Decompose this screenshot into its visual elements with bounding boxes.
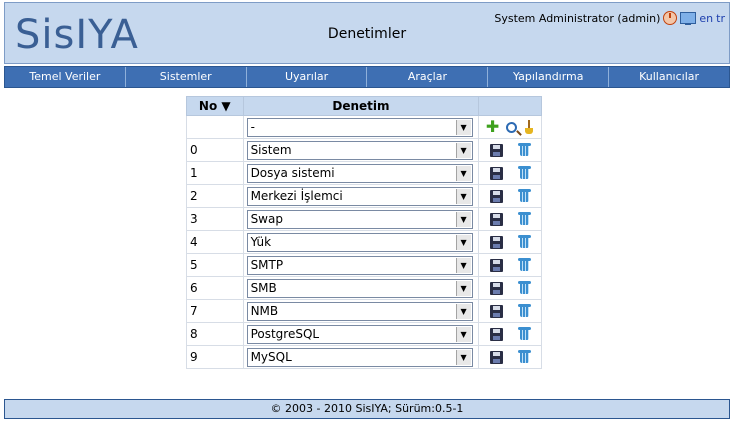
delete-icon[interactable] [517, 304, 531, 318]
save-icon[interactable] [489, 327, 503, 341]
delete-icon[interactable] [517, 166, 531, 180]
chevron-down-icon: ▼ [455, 257, 471, 273]
user-box: System Administrator (admin) en tr [494, 11, 725, 25]
check-select-value: Merkezi İşlemci [250, 188, 343, 203]
row-no: 7 [186, 299, 244, 323]
column-header-check: Denetim [242, 96, 480, 116]
chevron-down-icon: ▼ [455, 326, 471, 342]
check-select[interactable]: NMB ▼ [246, 301, 473, 321]
check-select-value: Dosya sistemi [250, 165, 335, 180]
monitor-icon[interactable] [680, 12, 697, 25]
delete-icon[interactable] [517, 258, 531, 272]
row-no: 5 [186, 253, 244, 277]
chevron-down-icon: ▼ [455, 119, 471, 135]
check-select-value: Sistem [250, 142, 292, 157]
check-select[interactable]: PostgreSQL ▼ [246, 324, 473, 344]
nav-araclar[interactable]: Araçlar [367, 67, 489, 87]
delete-icon[interactable] [517, 189, 531, 203]
nav-kullanicilar[interactable]: Kullanıcılar [609, 67, 729, 87]
power-icon[interactable] [663, 11, 678, 25]
page-title: Denetimler [327, 26, 407, 42]
new-check-select[interactable]: - ▼ [246, 117, 473, 137]
user-name: System Administrator (admin) [494, 11, 661, 25]
check-select-value: MySQL [250, 349, 292, 364]
chevron-down-icon: ▼ [455, 303, 471, 319]
check-select[interactable]: Swap ▼ [246, 209, 473, 229]
check-select-value: PostgreSQL [250, 326, 320, 341]
row-no: 9 [186, 345, 244, 369]
main-nav: Temel Veriler Sistemler Uyarılar Araçlar… [4, 66, 730, 88]
check-select-value: Yük [250, 234, 272, 249]
save-icon[interactable] [489, 258, 503, 272]
check-select-value: SMB [250, 280, 277, 295]
new-row-no [186, 115, 244, 139]
row-no: 4 [186, 230, 244, 254]
nav-yapilandirma[interactable]: Yapılandırma [488, 67, 610, 87]
check-select-value: Swap [250, 211, 283, 226]
chevron-down-icon: ▼ [455, 280, 471, 296]
check-select-value: NMB [250, 303, 279, 318]
table-row: 7 NMB ▼ [186, 299, 542, 323]
nav-temel-veriler[interactable]: Temel Veriler [5, 67, 126, 87]
save-icon[interactable] [489, 143, 503, 157]
nav-sistemler[interactable]: Sistemler [126, 67, 247, 87]
delete-icon[interactable] [517, 143, 531, 157]
chevron-down-icon: ▼ [455, 234, 471, 250]
clear-icon[interactable] [524, 120, 534, 134]
check-select[interactable]: MySQL ▼ [246, 347, 473, 367]
save-icon[interactable] [489, 304, 503, 318]
delete-icon[interactable] [517, 235, 531, 249]
new-row: - ▼ ✚ [186, 115, 542, 139]
table-row: 6 SMB ▼ [186, 276, 542, 300]
new-check-select-value: - [250, 119, 255, 134]
chevron-down-icon: ▼ [455, 211, 471, 227]
check-select[interactable]: SMB ▼ [246, 278, 473, 298]
row-no: 1 [186, 161, 244, 185]
save-icon[interactable] [489, 281, 503, 295]
table-row: 2 Merkezi İşlemci ▼ [186, 184, 542, 208]
checks-table: No ▼ Denetim - ▼ ✚ 0 Sistem ▼ 1 Dosya si… [186, 96, 542, 369]
page-header: SisIYA Denetimler System Administrator (… [4, 2, 730, 64]
table-row: 4 Yük ▼ [186, 230, 542, 254]
table-row: 3 Swap ▼ [186, 207, 542, 231]
check-select[interactable]: Yük ▼ [246, 232, 473, 252]
delete-icon[interactable] [517, 212, 531, 226]
chevron-down-icon: ▼ [455, 349, 471, 365]
save-icon[interactable] [489, 166, 503, 180]
add-icon[interactable]: ✚ [486, 119, 499, 135]
save-icon[interactable] [489, 189, 503, 203]
delete-icon[interactable] [517, 281, 531, 295]
table-row: 9 MySQL ▼ [186, 345, 542, 369]
check-select-value: SMTP [250, 257, 284, 272]
row-no: 3 [186, 207, 244, 231]
row-no: 0 [186, 138, 244, 162]
column-header-no[interactable]: No ▼ [186, 96, 244, 116]
table-row: 5 SMTP ▼ [186, 253, 542, 277]
footer-copyright: © 2003 - 2010 SisIYA; Sürüm:0.5-1 [270, 402, 464, 415]
table-row: 8 PostgreSQL ▼ [186, 322, 542, 346]
chevron-down-icon: ▼ [455, 142, 471, 158]
row-no: 8 [186, 322, 244, 346]
check-select[interactable]: Dosya sistemi ▼ [246, 163, 473, 183]
table-row: 1 Dosya sistemi ▼ [186, 161, 542, 185]
check-select[interactable]: Sistem ▼ [246, 140, 473, 160]
page-footer: © 2003 - 2010 SisIYA; Sürüm:0.5-1 [4, 399, 730, 419]
chevron-down-icon: ▼ [455, 188, 471, 204]
delete-icon[interactable] [517, 350, 531, 364]
nav-uyarilar[interactable]: Uyarılar [247, 67, 368, 87]
chevron-down-icon: ▼ [455, 165, 471, 181]
search-icon[interactable] [506, 121, 518, 133]
save-icon[interactable] [489, 350, 503, 364]
row-no: 6 [186, 276, 244, 300]
check-select[interactable]: SMTP ▼ [246, 255, 473, 275]
save-icon[interactable] [489, 212, 503, 226]
table-row: 0 Sistem ▼ [186, 138, 542, 162]
lang-tr-link[interactable]: tr [716, 12, 725, 25]
row-no: 2 [186, 184, 244, 208]
delete-icon[interactable] [517, 327, 531, 341]
save-icon[interactable] [489, 235, 503, 249]
check-select[interactable]: Merkezi İşlemci ▼ [246, 186, 473, 206]
lang-en-link[interactable]: en [699, 12, 713, 25]
column-header-actions [478, 96, 542, 116]
